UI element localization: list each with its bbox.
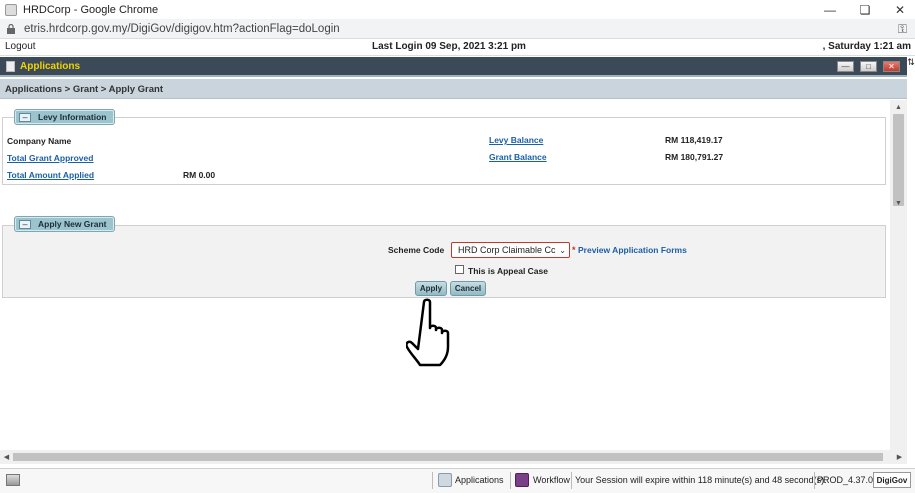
scroll-right-icon[interactable]: ▶ bbox=[893, 450, 906, 464]
key-icon[interactable]: ⚿ bbox=[898, 22, 907, 37]
hand-pointer-icon bbox=[406, 298, 450, 367]
panel-minimize-button[interactable]: — bbox=[837, 61, 854, 72]
preview-application-forms-link[interactable]: Preview Application Forms bbox=[578, 245, 687, 255]
workflow-taskbar-item[interactable]: Workflow bbox=[533, 475, 570, 485]
scheme-code-value: HRD Corp Claimable Cc bbox=[458, 245, 556, 255]
version-text: PROD_4.37.0 bbox=[817, 475, 874, 485]
current-datetime: , Saturday 1:21 am bbox=[822, 41, 911, 52]
apply-new-grant-tab[interactable]: – Apply New Grant bbox=[14, 216, 116, 232]
cancel-button[interactable]: Cancel bbox=[450, 281, 486, 296]
digigov-logo: DigiGov bbox=[873, 472, 911, 488]
lock-icon bbox=[7, 23, 15, 34]
grant-balance-value: RM 180,791.27 bbox=[665, 152, 724, 162]
url-text[interactable]: etris.hrdcorp.gov.my/DigiGov/digigov.htm… bbox=[24, 23, 340, 35]
login-info-bar: Logout Last Login 09 Sep, 2021 3:21 pm ,… bbox=[0, 39, 915, 56]
main-content: Company Name Total Grant Approved Total … bbox=[0, 100, 890, 450]
company-name-label: Company Name bbox=[7, 136, 72, 146]
scroll-thumb[interactable] bbox=[893, 114, 904, 206]
window-title: HRDCorp - Google Chrome bbox=[23, 3, 159, 16]
workflow-icon[interactable] bbox=[515, 473, 529, 487]
applications-taskbar-item[interactable]: Applications bbox=[455, 475, 504, 485]
divider bbox=[571, 472, 572, 489]
apply-new-grant-title: Apply New Grant bbox=[38, 219, 107, 229]
page-icon bbox=[5, 3, 17, 16]
horizontal-scrollbar[interactable]: ◀ ▶ bbox=[0, 450, 907, 464]
session-timer-text: Your Session will expire within 118 minu… bbox=[575, 475, 827, 485]
last-login-text: Last Login 09 Sep, 2021 3:21 pm bbox=[372, 41, 526, 52]
applications-icon[interactable] bbox=[438, 473, 452, 487]
total-grant-approved-link[interactable]: Total Grant Approved bbox=[7, 153, 93, 163]
divider bbox=[510, 472, 511, 489]
panel-close-button[interactable]: ✕ bbox=[883, 61, 900, 72]
browser-titlebar: HRDCorp - Google Chrome bbox=[0, 0, 915, 19]
chevron-down-icon: ⌄ bbox=[559, 246, 566, 255]
apply-button[interactable]: Apply bbox=[415, 281, 447, 296]
scroll-down-icon[interactable]: ▼ bbox=[890, 196, 907, 210]
status-bar: Applications Workflow Your Session will … bbox=[0, 468, 915, 493]
start-icon[interactable] bbox=[6, 474, 20, 486]
scheme-code-label: Scheme Code bbox=[388, 245, 445, 255]
breadcrumb-text: Applications > Grant > Apply Grant bbox=[5, 84, 164, 95]
scheme-code-select[interactable]: HRD Corp Claimable Cc ⌄ bbox=[451, 242, 570, 258]
restore-icon[interactable]: ❏ bbox=[850, 0, 880, 19]
scroll-up-icon[interactable]: ▲ bbox=[890, 100, 907, 114]
company-name-value bbox=[181, 130, 459, 168]
document-icon bbox=[6, 61, 15, 72]
scroll-left-icon[interactable]: ◀ bbox=[0, 450, 13, 464]
collapse-icon[interactable]: – bbox=[19, 219, 31, 229]
levy-balance-value: RM 118,419.17 bbox=[665, 135, 723, 145]
panel-restore-button[interactable]: □ bbox=[860, 61, 877, 72]
appeal-case-checkbox[interactable] bbox=[455, 265, 464, 274]
address-bar[interactable]: etris.hrdcorp.gov.my/DigiGov/digigov.htm… bbox=[0, 19, 915, 39]
close-icon[interactable]: ✕ bbox=[885, 0, 915, 19]
app-title: Applications bbox=[20, 61, 81, 72]
grant-balance-link[interactable]: Grant Balance bbox=[489, 152, 547, 162]
minimize-icon[interactable]: — bbox=[815, 0, 845, 19]
required-marker: * bbox=[572, 245, 576, 255]
collapse-icon[interactable]: – bbox=[19, 112, 31, 122]
appeal-case-label: This is Appeal Case bbox=[468, 266, 548, 276]
logout-link[interactable]: Logout bbox=[5, 41, 36, 52]
scroll-thumb[interactable] bbox=[13, 453, 883, 461]
breadcrumb: Applications > Grant > Apply Grant bbox=[0, 79, 907, 99]
levy-balance-link[interactable]: Levy Balance bbox=[489, 135, 543, 145]
right-gutter bbox=[907, 77, 915, 477]
total-amount-applied-link[interactable]: Total Amount Applied bbox=[7, 170, 94, 180]
levy-information-tab[interactable]: – Levy Information bbox=[14, 109, 116, 125]
total-amount-applied-value: RM 0.00 bbox=[183, 170, 216, 180]
levy-information-title: Levy Information bbox=[38, 112, 107, 122]
divider bbox=[814, 472, 815, 489]
levy-information-panel: Company Name Total Grant Approved Total … bbox=[2, 117, 886, 185]
vertical-scrollbar[interactable]: ▲ ▼ bbox=[890, 100, 907, 450]
application-bar: Applications — □ ✕ bbox=[0, 57, 907, 77]
expand-icon[interactable]: ⇅ bbox=[907, 57, 915, 77]
divider bbox=[432, 472, 433, 489]
